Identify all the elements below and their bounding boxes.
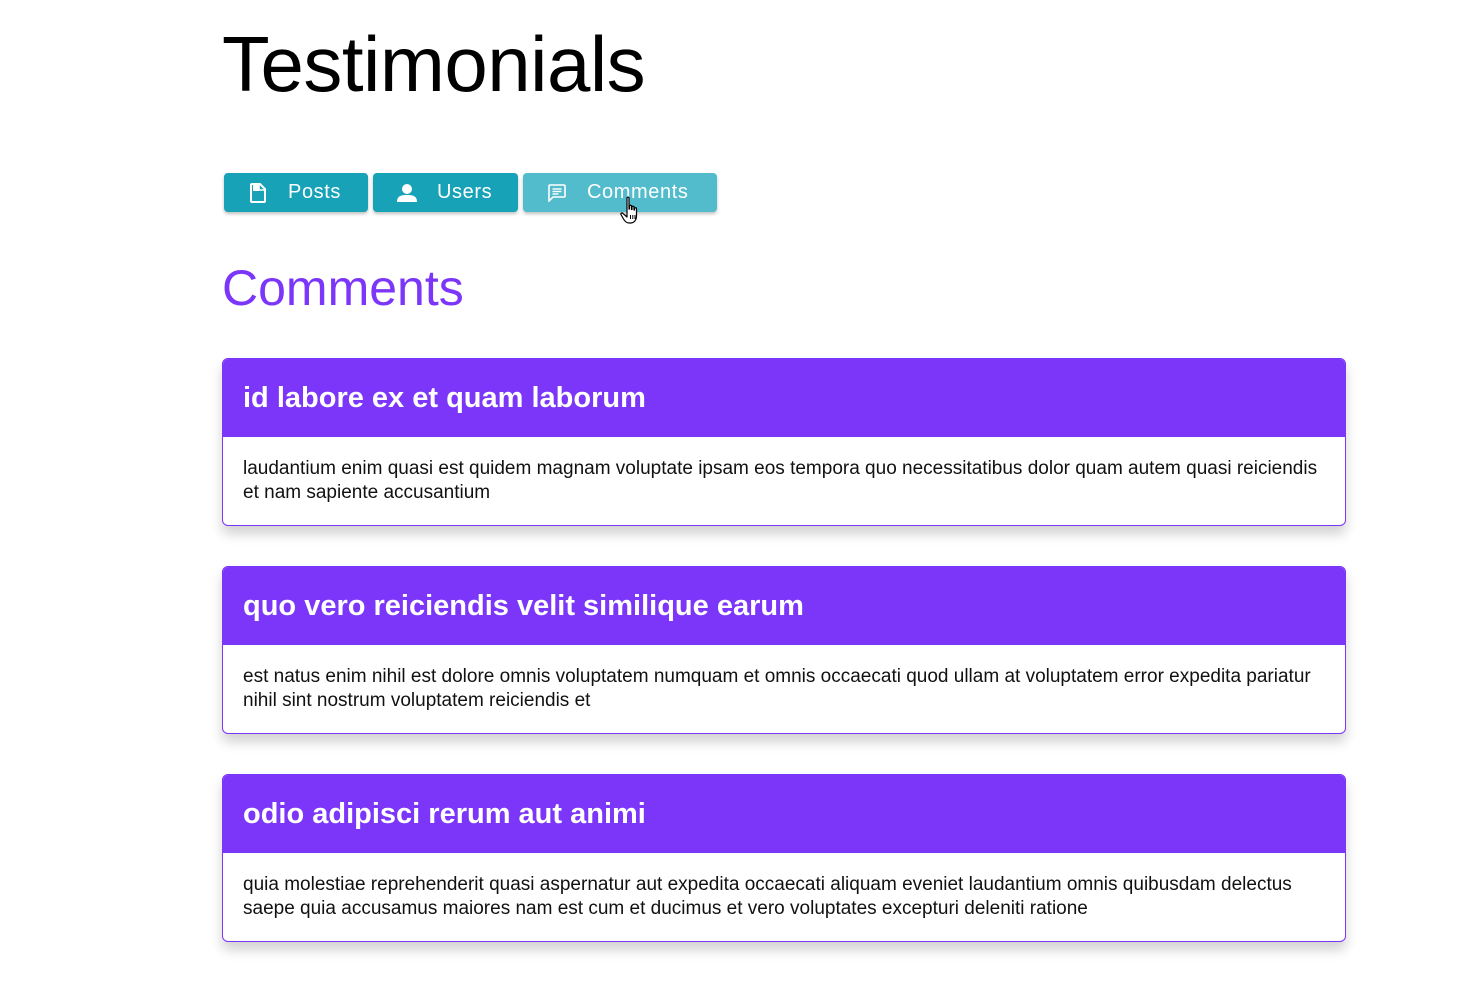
comment-body: est natus enim nihil est dolore omnis vo… [243, 666, 1311, 711]
tab-posts[interactable]: Posts [224, 173, 368, 212]
comment-title: id labore ex et quam laborum [223, 359, 1345, 437]
section-heading: Comments [222, 260, 464, 316]
tab-posts-label: Posts [288, 181, 342, 203]
tab-comments-label: Comments [587, 181, 689, 203]
tab-users[interactable]: Users [373, 173, 518, 212]
tab-users-label: Users [437, 181, 493, 203]
comment-card: quo vero reiciendis velit similique earu… [222, 566, 1346, 734]
comment-card: id labore ex et quam laborum laudantium … [222, 358, 1346, 526]
file-icon [248, 182, 268, 204]
comment-icon [547, 182, 567, 204]
comment-title: quo vero reiciendis velit similique earu… [223, 567, 1345, 645]
user-icon [397, 182, 417, 204]
comment-card: odio adipisci rerum aut animi quia moles… [222, 774, 1346, 942]
comments-list: id labore ex et quam laborum laudantium … [222, 358, 1346, 982]
tab-bar: Posts Users Comments [224, 173, 717, 212]
comment-body: laudantium enim quasi est quidem magnam … [243, 458, 1318, 503]
comment-body: quia molestiae reprehenderit quasi asper… [243, 874, 1292, 919]
tab-comments[interactable]: Comments [523, 173, 717, 212]
comment-title: odio adipisci rerum aut animi [223, 775, 1345, 853]
page-title: Testimonials [222, 20, 646, 108]
